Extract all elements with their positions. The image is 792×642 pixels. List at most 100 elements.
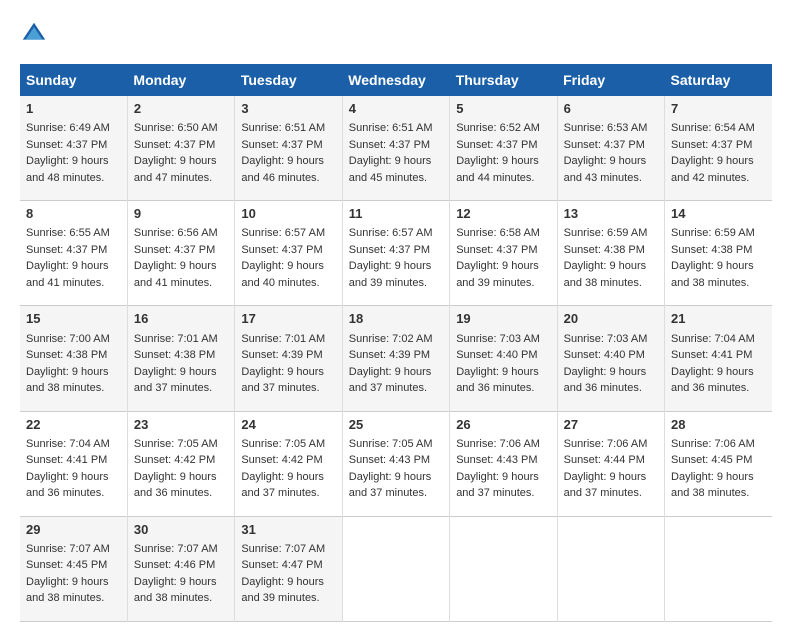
day-info: Sunrise: 7:06 AMSunset: 4:45 PMDaylight:… [671, 438, 755, 500]
day-number: 25 [349, 416, 443, 434]
calendar-cell: 7 Sunrise: 6:54 AMSunset: 4:37 PMDayligh… [665, 96, 772, 201]
calendar-cell: 5 Sunrise: 6:52 AMSunset: 4:37 PMDayligh… [450, 96, 557, 201]
day-info: Sunrise: 7:05 AMSunset: 4:43 PMDaylight:… [349, 438, 433, 500]
calendar-cell: 15 Sunrise: 7:00 AMSunset: 4:38 PMDaylig… [20, 306, 127, 411]
calendar-cell: 19 Sunrise: 7:03 AMSunset: 4:40 PMDaylig… [450, 306, 557, 411]
day-number: 6 [564, 100, 658, 118]
calendar-cell: 23 Sunrise: 7:05 AMSunset: 4:42 PMDaylig… [127, 411, 234, 516]
calendar-cell: 4 Sunrise: 6:51 AMSunset: 4:37 PMDayligh… [342, 96, 449, 201]
day-info: Sunrise: 7:07 AMSunset: 4:46 PMDaylight:… [134, 543, 218, 605]
day-number: 27 [564, 416, 658, 434]
col-saturday: Saturday [665, 64, 772, 96]
calendar-cell: 21 Sunrise: 7:04 AMSunset: 4:41 PMDaylig… [665, 306, 772, 411]
day-info: Sunrise: 6:54 AMSunset: 4:37 PMDaylight:… [671, 122, 755, 184]
day-info: Sunrise: 7:06 AMSunset: 4:43 PMDaylight:… [456, 438, 540, 500]
day-info: Sunrise: 7:01 AMSunset: 4:38 PMDaylight:… [134, 333, 218, 395]
calendar-body: 1 Sunrise: 6:49 AMSunset: 4:37 PMDayligh… [20, 96, 772, 621]
calendar-cell [557, 516, 664, 621]
calendar-cell: 20 Sunrise: 7:03 AMSunset: 4:40 PMDaylig… [557, 306, 664, 411]
day-info: Sunrise: 6:50 AMSunset: 4:37 PMDaylight:… [134, 122, 218, 184]
day-info: Sunrise: 6:56 AMSunset: 4:37 PMDaylight:… [134, 227, 218, 289]
col-sunday: Sunday [20, 64, 127, 96]
calendar-cell [450, 516, 557, 621]
calendar-cell: 1 Sunrise: 6:49 AMSunset: 4:37 PMDayligh… [20, 96, 127, 201]
day-number: 29 [26, 521, 121, 539]
calendar-cell: 27 Sunrise: 7:06 AMSunset: 4:44 PMDaylig… [557, 411, 664, 516]
day-number: 30 [134, 521, 228, 539]
calendar-cell: 16 Sunrise: 7:01 AMSunset: 4:38 PMDaylig… [127, 306, 234, 411]
calendar-cell: 10 Sunrise: 6:57 AMSunset: 4:37 PMDaylig… [235, 201, 342, 306]
calendar-cell: 22 Sunrise: 7:04 AMSunset: 4:41 PMDaylig… [20, 411, 127, 516]
day-number: 11 [349, 205, 443, 223]
day-info: Sunrise: 6:55 AMSunset: 4:37 PMDaylight:… [26, 227, 110, 289]
calendar-cell: 13 Sunrise: 6:59 AMSunset: 4:38 PMDaylig… [557, 201, 664, 306]
day-number: 19 [456, 310, 550, 328]
day-info: Sunrise: 7:01 AMSunset: 4:39 PMDaylight:… [241, 333, 325, 395]
day-number: 1 [26, 100, 121, 118]
day-number: 5 [456, 100, 550, 118]
day-info: Sunrise: 6:59 AMSunset: 4:38 PMDaylight:… [671, 227, 755, 289]
day-number: 20 [564, 310, 658, 328]
col-tuesday: Tuesday [235, 64, 342, 96]
calendar-cell: 6 Sunrise: 6:53 AMSunset: 4:37 PMDayligh… [557, 96, 664, 201]
calendar-header: Sunday Monday Tuesday Wednesday Thursday… [20, 64, 772, 96]
calendar-cell: 18 Sunrise: 7:02 AMSunset: 4:39 PMDaylig… [342, 306, 449, 411]
day-number: 14 [671, 205, 766, 223]
calendar-cell: 25 Sunrise: 7:05 AMSunset: 4:43 PMDaylig… [342, 411, 449, 516]
calendar-cell: 2 Sunrise: 6:50 AMSunset: 4:37 PMDayligh… [127, 96, 234, 201]
col-wednesday: Wednesday [342, 64, 449, 96]
day-info: Sunrise: 7:06 AMSunset: 4:44 PMDaylight:… [564, 438, 648, 500]
logo-icon [20, 20, 48, 48]
day-info: Sunrise: 7:05 AMSunset: 4:42 PMDaylight:… [134, 438, 218, 500]
calendar-cell: 31 Sunrise: 7:07 AMSunset: 4:47 PMDaylig… [235, 516, 342, 621]
day-info: Sunrise: 7:04 AMSunset: 4:41 PMDaylight:… [26, 438, 110, 500]
day-number: 17 [241, 310, 335, 328]
calendar-cell: 9 Sunrise: 6:56 AMSunset: 4:37 PMDayligh… [127, 201, 234, 306]
day-info: Sunrise: 6:52 AMSunset: 4:37 PMDaylight:… [456, 122, 540, 184]
day-info: Sunrise: 7:02 AMSunset: 4:39 PMDaylight:… [349, 333, 433, 395]
day-number: 21 [671, 310, 766, 328]
calendar-cell: 30 Sunrise: 7:07 AMSunset: 4:46 PMDaylig… [127, 516, 234, 621]
day-number: 31 [241, 521, 335, 539]
col-friday: Friday [557, 64, 664, 96]
day-number: 24 [241, 416, 335, 434]
day-info: Sunrise: 7:07 AMSunset: 4:47 PMDaylight:… [241, 543, 325, 605]
day-info: Sunrise: 7:05 AMSunset: 4:42 PMDaylight:… [241, 438, 325, 500]
day-number: 10 [241, 205, 335, 223]
calendar-cell: 3 Sunrise: 6:51 AMSunset: 4:37 PMDayligh… [235, 96, 342, 201]
day-info: Sunrise: 6:51 AMSunset: 4:37 PMDaylight:… [241, 122, 325, 184]
calendar-cell: 24 Sunrise: 7:05 AMSunset: 4:42 PMDaylig… [235, 411, 342, 516]
day-number: 9 [134, 205, 228, 223]
calendar-cell [665, 516, 772, 621]
day-number: 3 [241, 100, 335, 118]
day-info: Sunrise: 7:00 AMSunset: 4:38 PMDaylight:… [26, 333, 110, 395]
calendar-cell: 28 Sunrise: 7:06 AMSunset: 4:45 PMDaylig… [665, 411, 772, 516]
day-number: 15 [26, 310, 121, 328]
day-info: Sunrise: 6:57 AMSunset: 4:37 PMDaylight:… [241, 227, 325, 289]
calendar-table: Sunday Monday Tuesday Wednesday Thursday… [20, 64, 772, 622]
day-number: 16 [134, 310, 228, 328]
calendar-cell: 29 Sunrise: 7:07 AMSunset: 4:45 PMDaylig… [20, 516, 127, 621]
calendar-cell: 26 Sunrise: 7:06 AMSunset: 4:43 PMDaylig… [450, 411, 557, 516]
calendar-cell: 14 Sunrise: 6:59 AMSunset: 4:38 PMDaylig… [665, 201, 772, 306]
day-info: Sunrise: 7:07 AMSunset: 4:45 PMDaylight:… [26, 543, 110, 605]
day-number: 8 [26, 205, 121, 223]
header [20, 20, 772, 48]
day-number: 13 [564, 205, 658, 223]
day-info: Sunrise: 6:53 AMSunset: 4:37 PMDaylight:… [564, 122, 648, 184]
day-info: Sunrise: 6:49 AMSunset: 4:37 PMDaylight:… [26, 122, 110, 184]
day-number: 22 [26, 416, 121, 434]
day-number: 28 [671, 416, 766, 434]
day-info: Sunrise: 7:03 AMSunset: 4:40 PMDaylight:… [456, 333, 540, 395]
logo [20, 20, 52, 48]
calendar-cell: 8 Sunrise: 6:55 AMSunset: 4:37 PMDayligh… [20, 201, 127, 306]
day-info: Sunrise: 6:58 AMSunset: 4:37 PMDaylight:… [456, 227, 540, 289]
day-number: 23 [134, 416, 228, 434]
calendar-cell: 11 Sunrise: 6:57 AMSunset: 4:37 PMDaylig… [342, 201, 449, 306]
day-info: Sunrise: 7:03 AMSunset: 4:40 PMDaylight:… [564, 333, 648, 395]
day-info: Sunrise: 7:04 AMSunset: 4:41 PMDaylight:… [671, 333, 755, 395]
day-info: Sunrise: 6:57 AMSunset: 4:37 PMDaylight:… [349, 227, 433, 289]
day-info: Sunrise: 6:59 AMSunset: 4:38 PMDaylight:… [564, 227, 648, 289]
calendar-cell [342, 516, 449, 621]
day-number: 7 [671, 100, 766, 118]
